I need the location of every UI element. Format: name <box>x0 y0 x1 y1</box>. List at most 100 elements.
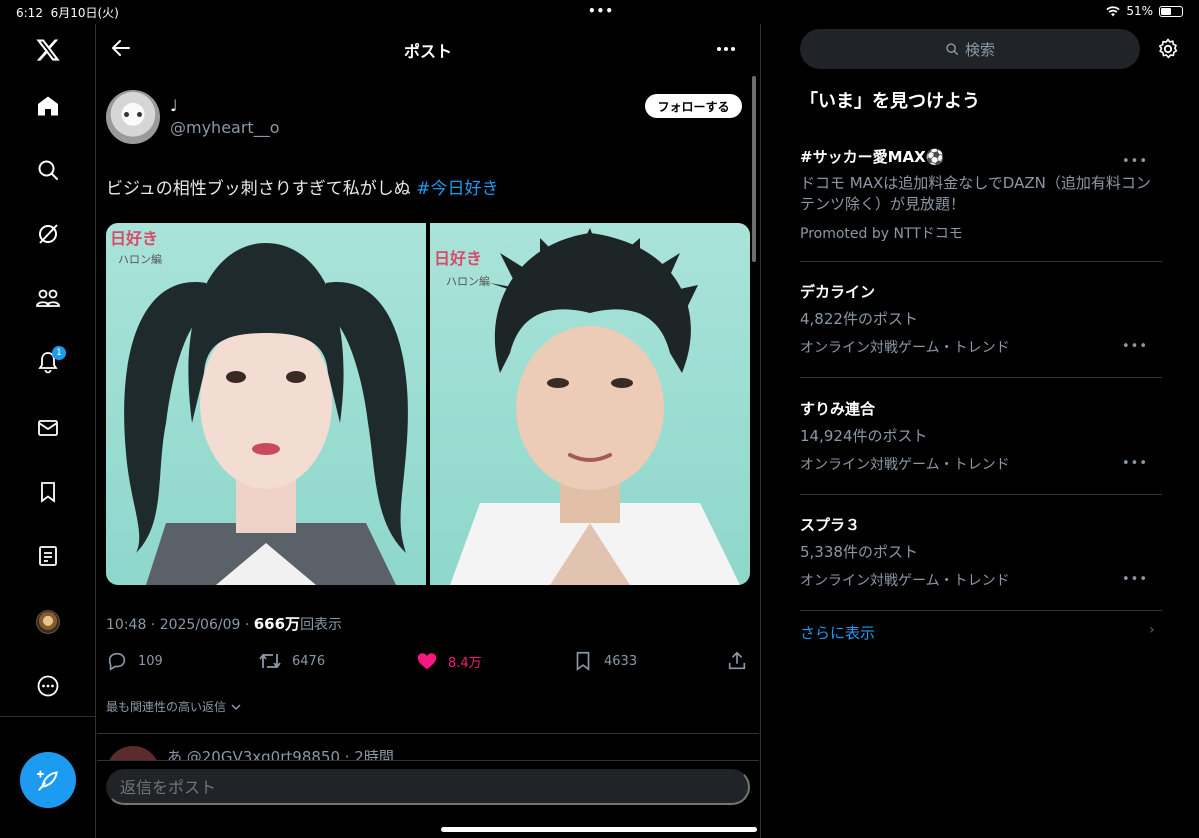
heart-filled-icon <box>417 653 437 670</box>
bookmarks-icon[interactable] <box>28 472 68 512</box>
explore-title: 「いま」を見つけよう <box>800 91 980 112</box>
trend-item[interactable]: デカライン 4,822件のポスト オンライン対戦ゲーム・トレンド ••• <box>800 281 1162 357</box>
reply-icon <box>108 652 126 671</box>
photo-1-label: 日好き <box>110 229 159 248</box>
messages-icon[interactable] <box>28 408 68 448</box>
section-divider <box>97 733 759 734</box>
reply-composer <box>97 760 759 838</box>
reply-input[interactable] <box>106 769 750 805</box>
tweet-timestamp[interactable]: 10:48 · 2025/06/09 · <box>106 617 254 633</box>
bookmark-count: 4633 <box>604 653 638 669</box>
page-title: ポスト <box>403 42 452 61</box>
trend-category: オンライン対戦ゲーム・トレンド <box>800 573 1010 589</box>
profile-avatar[interactable] <box>28 602 68 642</box>
home-icon[interactable] <box>28 86 68 126</box>
chevron-down-icon <box>231 703 241 710</box>
trend-post-count: 5,338件のポスト <box>800 543 918 561</box>
photo-1-illustration <box>124 243 408 585</box>
share-button[interactable] <box>726 650 748 672</box>
reply-sort-dropdown[interactable]: 最も関連性の高い返信 <box>106 698 242 715</box>
left-nav: 1 <box>0 24 96 838</box>
trend-divider <box>800 261 1162 262</box>
like-count: 8.4万 <box>448 655 482 671</box>
trend-more-icon[interactable]: ••• <box>1122 339 1148 354</box>
battery-percent: 51% <box>1126 4 1153 18</box>
trend-item[interactable]: スプラ３ 5,338件のポスト オンライン対戦ゲーム・トレンド ••• <box>800 514 1162 590</box>
photo-2-sublabel: ハロン編 <box>446 275 490 288</box>
chevron-right-icon: › <box>1149 622 1155 638</box>
bookmark-button[interactable]: 4633 <box>572 650 637 672</box>
avatar-eye <box>137 112 142 117</box>
reply-count: 109 <box>138 653 163 669</box>
compose-feather-icon <box>36 770 58 791</box>
notifications-icon[interactable]: 1 <box>28 342 68 382</box>
author-handle[interactable]: @myheart__o <box>170 118 279 137</box>
status-right: 51% <box>1106 4 1183 18</box>
status-time: 6:12 6月10日(火) <box>16 6 119 20</box>
lists-icon[interactable] <box>28 536 68 576</box>
tweet-body: ビジュの相性ブッ刺さりすぎて私がしぬ <box>106 179 417 199</box>
home-indicator[interactable] <box>441 827 757 832</box>
share-icon <box>728 651 746 670</box>
wifi-icon <box>1106 5 1121 16</box>
trend-divider <box>800 377 1162 378</box>
scrollbar[interactable] <box>752 76 756 262</box>
notification-badge: 1 <box>52 346 66 360</box>
trend-divider <box>800 610 1162 611</box>
compose-button[interactable] <box>20 752 76 808</box>
trend-more-icon[interactable]: ••• <box>1122 154 1148 169</box>
trend-category: オンライン対戦ゲーム・トレンド <box>800 457 1010 473</box>
trend-more-icon[interactable]: ••• <box>1122 456 1148 471</box>
tweet-actions: 109 6476 8.4万 4633 <box>106 650 750 674</box>
trend-item[interactable]: すりみ連合 14,924件のポスト オンライン対戦ゲーム・トレンド ••• <box>800 398 1162 474</box>
follow-button[interactable]: フォローする <box>645 94 742 118</box>
trend-more-icon[interactable]: ••• <box>1122 572 1148 587</box>
settings-button[interactable] <box>1156 37 1180 61</box>
search-field[interactable]: 検索 <box>800 29 1140 69</box>
bookmark-icon <box>576 651 590 671</box>
search-placeholder: 検索 <box>964 40 995 59</box>
tweet-media: 日好き ハロン編 日好き ハロン編 <box>106 223 750 585</box>
main-column: ポスト ♩ @myheart__o フォローする ビジュの相性ブッ刺さりすぎて私… <box>97 24 759 838</box>
search-icon[interactable] <box>28 150 68 190</box>
grok-icon[interactable] <box>28 214 68 254</box>
multitasking-dots[interactable]: ••• <box>588 4 614 18</box>
more-dots-icon <box>717 47 735 51</box>
x-logo-icon[interactable] <box>28 30 68 70</box>
show-more-link[interactable]: さらに表示 <box>800 622 875 643</box>
author-avatar[interactable] <box>106 90 160 144</box>
communities-icon[interactable] <box>28 278 68 318</box>
tweet-meta: 10:48 · 2025/06/09 · 666万回表示 <box>106 613 342 634</box>
avatar-eye <box>124 112 129 117</box>
author-display-name[interactable]: ♩ <box>170 96 178 115</box>
more-options-button[interactable] <box>715 38 739 60</box>
media-photo-1[interactable]: 日好き ハロン編 <box>106 223 426 585</box>
repost-button[interactable]: 6476 <box>258 650 325 672</box>
trend-promoted-by: Promoted by NTTドコモ <box>800 226 963 242</box>
profile-avatar-image <box>36 610 60 634</box>
trend-category: オンライン対戦ゲーム・トレンド <box>800 340 1010 356</box>
reply-button[interactable]: 109 <box>106 650 163 672</box>
right-sidebar: 検索 「いま」を見つけよう #サッカー愛MAX⚽ ドコモ MAXは追加料金なしで… <box>760 24 1199 838</box>
repost-icon <box>259 654 281 668</box>
trend-name: すりみ連合 <box>800 400 876 418</box>
trend-divider <box>800 494 1162 495</box>
trend-post-count: 14,924件のポスト <box>800 427 928 445</box>
views-count: 666万 <box>253 615 301 633</box>
trend-name: スプラ３ <box>800 516 861 534</box>
more-circle-icon[interactable] <box>28 666 68 706</box>
repost-count: 6476 <box>292 653 326 669</box>
trend-name: #サッカー愛MAX⚽ <box>800 148 945 166</box>
battery-icon <box>1159 5 1183 17</box>
trend-post-count: 4,822件のポスト <box>800 310 918 328</box>
trend-name: デカライン <box>800 283 876 301</box>
main-header: ポスト <box>97 24 759 74</box>
status-bar: 6:12 6月10日(火) ••• 51% <box>0 0 1199 24</box>
views-label: 回表示 <box>300 617 343 633</box>
trend-item-promoted[interactable]: #サッカー愛MAX⚽ ドコモ MAXは追加料金なしでDAZN（追加有料コンテンツ… <box>800 146 1162 243</box>
like-button[interactable]: 8.4万 <box>416 650 482 672</box>
trend-description: ドコモ MAXは追加料金なしでDAZN（追加有料コンテンツ除く）が見放題！ <box>800 174 1151 213</box>
hashtag-link[interactable]: #今日好き <box>416 179 498 199</box>
media-photo-2[interactable]: 日好き ハロン編 <box>430 223 750 585</box>
gear-icon <box>1159 38 1178 59</box>
